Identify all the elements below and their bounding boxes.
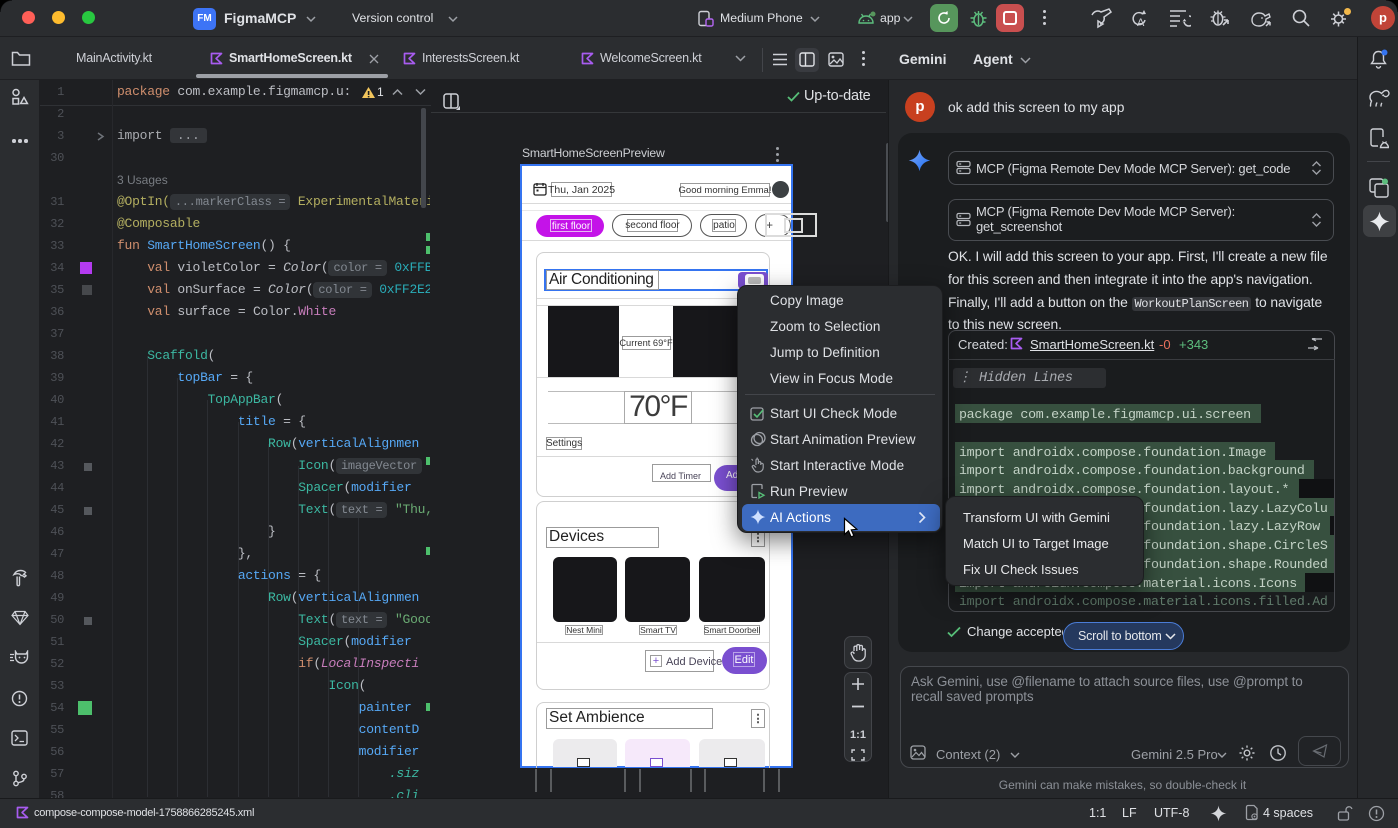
svg-text:A: A <box>1137 17 1145 29</box>
